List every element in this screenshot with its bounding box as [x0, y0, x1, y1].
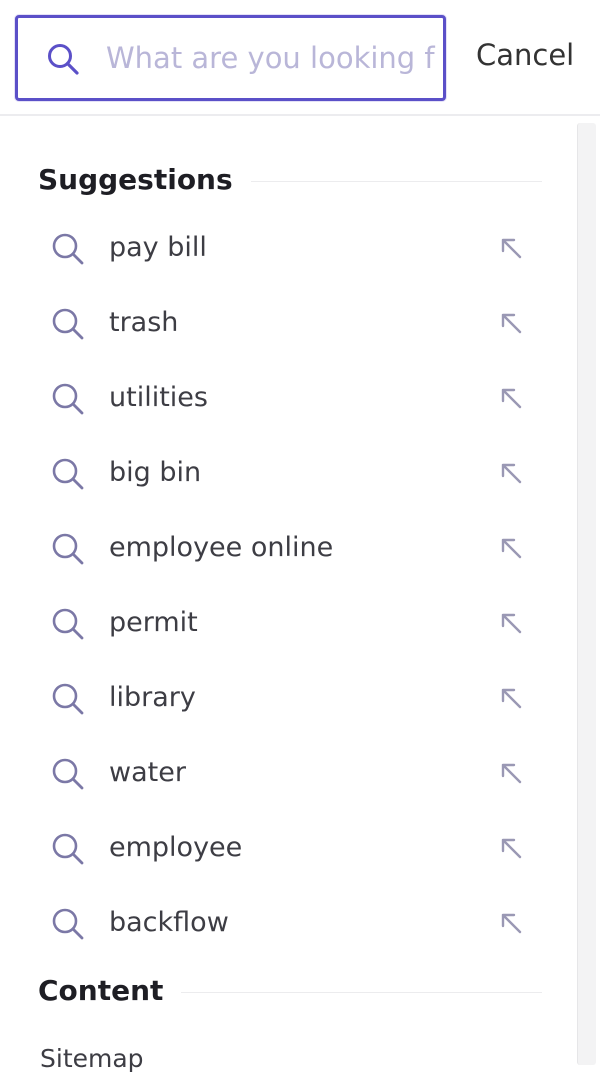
suggestion-item[interactable]: permit [0, 587, 560, 662]
search-header: Cancel [0, 0, 600, 116]
suggestion-label: employee [109, 832, 243, 863]
fill-search-arrow-icon[interactable] [500, 612, 524, 636]
fill-search-arrow-icon[interactable] [500, 912, 524, 936]
search-icon [52, 458, 84, 490]
content-header: Content [38, 974, 542, 1007]
suggestion-label: permit [109, 607, 198, 638]
suggestion-label: library [109, 682, 196, 713]
content-title: Content [38, 974, 164, 1007]
suggestion-label: utilities [109, 382, 208, 413]
search-icon [52, 608, 84, 640]
section-divider [250, 181, 542, 182]
fill-search-arrow-icon[interactable] [500, 462, 524, 486]
suggestion-item[interactable]: utilities [0, 362, 560, 437]
section-divider [181, 992, 542, 993]
suggestion-item[interactable]: big bin [0, 437, 560, 512]
suggestions-header: Suggestions [38, 163, 542, 196]
search-box[interactable] [15, 15, 446, 101]
search-icon [52, 683, 84, 715]
fill-search-arrow-icon[interactable] [500, 837, 524, 861]
search-icon [52, 758, 84, 790]
fill-search-arrow-icon[interactable] [500, 312, 524, 336]
suggestion-label: pay bill [109, 232, 207, 263]
suggestion-label: big bin [109, 457, 202, 488]
search-icon [52, 233, 84, 265]
fill-search-arrow-icon[interactable] [500, 687, 524, 711]
fill-search-arrow-icon[interactable] [500, 387, 524, 411]
suggestion-label: backflow [109, 907, 229, 938]
cancel-button[interactable]: Cancel [476, 38, 574, 72]
scrollbar[interactable] [577, 123, 596, 1065]
search-icon [52, 833, 84, 865]
suggestion-item[interactable]: library [0, 662, 560, 737]
suggestion-label: employee online [109, 532, 334, 563]
search-icon [48, 44, 79, 75]
search-input[interactable] [106, 36, 436, 80]
suggestions-list: pay bill trash utilities big bin employe… [0, 212, 560, 962]
suggestion-item[interactable]: trash [0, 287, 560, 362]
suggestions-title: Suggestions [38, 163, 233, 196]
search-icon [52, 908, 84, 940]
content-link-sitemap[interactable]: Sitemap [40, 1044, 144, 1073]
suggestion-item[interactable]: water [0, 737, 560, 812]
search-icon [52, 308, 84, 340]
suggestion-item[interactable]: employee online [0, 512, 560, 587]
suggestion-item[interactable]: backflow [0, 887, 560, 962]
fill-search-arrow-icon[interactable] [500, 762, 524, 786]
search-icon [52, 533, 84, 565]
fill-search-arrow-icon[interactable] [500, 237, 524, 261]
suggestion-item[interactable]: employee [0, 812, 560, 887]
search-icon [52, 383, 84, 415]
suggestion-label: water [109, 757, 186, 788]
suggestion-item[interactable]: pay bill [0, 212, 560, 287]
fill-search-arrow-icon[interactable] [500, 537, 524, 561]
suggestion-label: trash [109, 307, 179, 338]
